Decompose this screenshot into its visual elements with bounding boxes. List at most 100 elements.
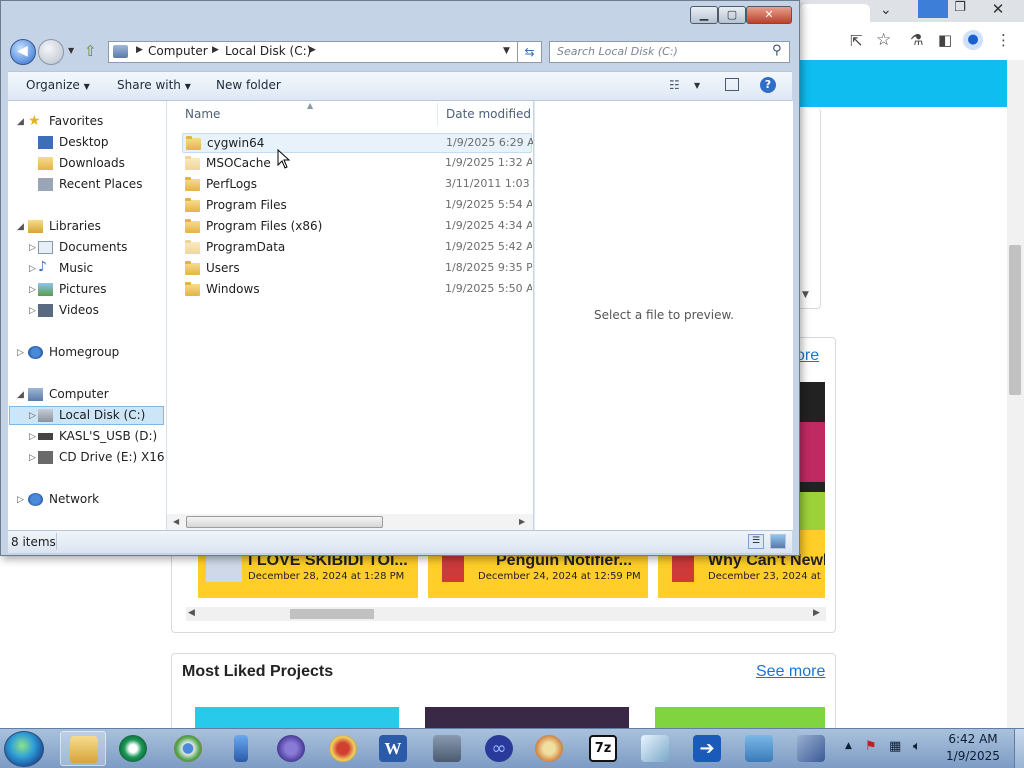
up-folder-icon[interactable]: ⇧ [84, 42, 102, 60]
clock-time[interactable]: 6:42 AM [936, 732, 1010, 746]
file-list-scrollbar-thumb[interactable] [186, 516, 383, 528]
help-icon[interactable]: ? [760, 77, 776, 93]
taskbar-app[interactable] [736, 731, 782, 766]
column-divider[interactable] [437, 103, 438, 125]
file-row-users[interactable]: Users 1/8/2025 9:35 PM [182, 259, 532, 279]
nav-libraries[interactable]: Libraries [49, 219, 101, 233]
nav-downloads[interactable]: Downloads [59, 156, 125, 170]
nav-recent-places[interactable]: Recent Places [59, 177, 142, 191]
minimize-button[interactable]: ▁ [690, 6, 718, 24]
breadcrumb-separator-icon[interactable]: ▶ [212, 45, 219, 55]
maximize-button[interactable]: ▢ [718, 6, 746, 24]
taskbar-app[interactable] [110, 731, 156, 766]
details-view-icon[interactable]: ☰ [748, 534, 764, 549]
collapsed-arrow-icon[interactable]: ▷ [29, 411, 36, 421]
forward-button[interactable] [38, 39, 64, 65]
nav-computer[interactable]: Computer [49, 387, 109, 401]
nav-music[interactable]: Music [59, 261, 93, 275]
preview-pane-icon[interactable] [725, 78, 739, 91]
taskbar-word[interactable]: W [370, 731, 416, 766]
collapsed-arrow-icon[interactable]: ▷ [29, 285, 36, 295]
taskbar-app[interactable]: ➔ [684, 731, 730, 766]
breadcrumb-separator-icon[interactable]: ▶ [136, 45, 143, 55]
scroll-left-icon[interactable]: ◀ [173, 517, 179, 526]
taskbar-explorer[interactable] [60, 731, 106, 766]
chevron-down-icon[interactable]: ⌄ [880, 2, 896, 20]
file-row-windows[interactable]: Windows 1/9/2025 5:50 AM [182, 280, 532, 300]
projects-scrollbar-thumb[interactable] [290, 609, 374, 619]
taskbar-app[interactable] [320, 731, 366, 766]
collapsed-arrow-icon[interactable]: ▷ [17, 495, 24, 505]
collapsed-arrow-icon[interactable]: ▷ [29, 264, 36, 274]
recent-pages-chevron-icon[interactable]: ▼ [68, 46, 74, 55]
expanded-arrow-icon[interactable]: ◢ [17, 222, 24, 232]
nav-usb-drive[interactable]: KASL'S_USB (D:) [59, 429, 157, 443]
show-desktop-button[interactable] [1014, 729, 1024, 768]
breadcrumb-computer[interactable]: Computer [148, 44, 208, 58]
large-icons-view-icon[interactable] [770, 534, 786, 549]
address-bar[interactable]: ▶ Computer ▶ Local Disk (C:) ▶ ▼ [108, 41, 518, 63]
expanded-arrow-icon[interactable]: ◢ [17, 390, 24, 400]
start-button[interactable] [4, 731, 44, 767]
file-list-scrollbar[interactable]: ◀ ▶ [167, 514, 533, 530]
address-history-chevron-icon[interactable]: ▼ [503, 46, 510, 56]
file-row-msocache[interactable]: MSOCache 1/9/2025 1:32 AM [182, 154, 532, 174]
collapsed-arrow-icon[interactable]: ▷ [29, 243, 36, 253]
organize-menu[interactable]: Organize ▼ [26, 78, 90, 92]
search-input[interactable]: Search Local Disk (C:) ⚲ [549, 41, 790, 63]
taskbar-chrome[interactable] [165, 731, 211, 766]
taskbar-7zip[interactable]: 7z [580, 731, 626, 766]
scroll-right-icon[interactable]: ▶ [813, 608, 820, 618]
browser-tab[interactable] [800, 4, 870, 22]
show-hidden-icons-icon[interactable]: ▲ [845, 741, 852, 751]
taskbar-virtualbox[interactable] [788, 731, 834, 766]
share-with-menu[interactable]: Share with ▼ [117, 78, 191, 92]
refresh-button[interactable]: ⇆ [518, 41, 542, 63]
labs-flask-icon[interactable]: ⚗ [910, 31, 923, 49]
volume-icon[interactable]: 🔈︎ [913, 739, 921, 754]
browser-restore-icon[interactable]: ❐ [950, 0, 970, 18]
close-button[interactable]: ✕ [746, 6, 792, 24]
taskbar-app[interactable] [268, 731, 314, 766]
see-more-link[interactable]: See more [756, 663, 825, 681]
column-header-date-modified[interactable]: Date modified [446, 107, 531, 121]
file-row-programdata[interactable]: ProgramData 1/9/2025 5:42 AM [182, 238, 532, 258]
browser-close-icon[interactable]: ✕ [986, 0, 1010, 18]
expanded-arrow-icon[interactable]: ◢ [17, 117, 24, 127]
browser-menu-icon[interactable]: ⋮ [996, 31, 1011, 49]
taskbar-app[interactable]: ∞ [476, 731, 522, 766]
column-header-name[interactable]: Name [185, 107, 220, 121]
breadcrumb-local-disk[interactable]: Local Disk (C:) [225, 44, 311, 58]
view-options-chevron-icon[interactable]: ▼ [694, 81, 700, 90]
projects-scrollbar[interactable]: ◀ ▶ [186, 607, 826, 621]
liked-project-thumbnail[interactable] [655, 707, 825, 728]
nav-local-disk[interactable]: Local Disk (C:) [59, 408, 145, 422]
nav-pictures[interactable]: Pictures [59, 282, 107, 296]
back-button[interactable]: ◀ [10, 39, 36, 65]
share-icon[interactable]: ⇱ [850, 32, 863, 50]
nav-cd-drive[interactable]: CD Drive (E:) X16-81 [59, 450, 165, 464]
clock-date[interactable]: 1/9/2025 [936, 749, 1010, 763]
file-row-cygwin64[interactable]: cygwin64 1/9/2025 6:29 AM [182, 133, 533, 153]
bookmark-star-icon[interactable]: ☆ [876, 30, 891, 50]
side-panel-icon[interactable]: ◧ [938, 31, 952, 49]
taskbar-usb[interactable] [218, 731, 264, 766]
taskbar-app[interactable] [632, 731, 678, 766]
action-center-icon[interactable]: ⚑ [865, 739, 877, 754]
new-folder-button[interactable]: New folder [216, 78, 281, 92]
nav-favorites[interactable]: Favorites [49, 114, 103, 128]
liked-project-thumbnail[interactable] [195, 707, 399, 728]
nav-videos[interactable]: Videos [59, 303, 99, 317]
navigation-pane[interactable]: ◢ ★ Favorites Desktop Downloads Recent P… [8, 101, 167, 530]
browser-minimize-button[interactable] [918, 0, 948, 18]
nav-desktop[interactable]: Desktop [59, 135, 109, 149]
collapsed-arrow-icon[interactable]: ▷ [29, 453, 36, 463]
file-list-pane[interactable]: ▲ Name Date modified cygwin64 1/9/2025 6… [167, 101, 533, 530]
collapsed-arrow-icon[interactable]: ▷ [29, 432, 36, 442]
network-tray-icon[interactable]: ▦ [889, 739, 901, 754]
file-row-program-files[interactable]: Program Files 1/9/2025 5:54 AM [182, 196, 532, 216]
scroll-left-icon[interactable]: ◀ [188, 608, 195, 618]
profile-avatar-icon[interactable]: ● [963, 30, 983, 50]
search-icon[interactable]: ⚲ [772, 43, 782, 58]
taskbar-paint[interactable] [526, 731, 572, 766]
